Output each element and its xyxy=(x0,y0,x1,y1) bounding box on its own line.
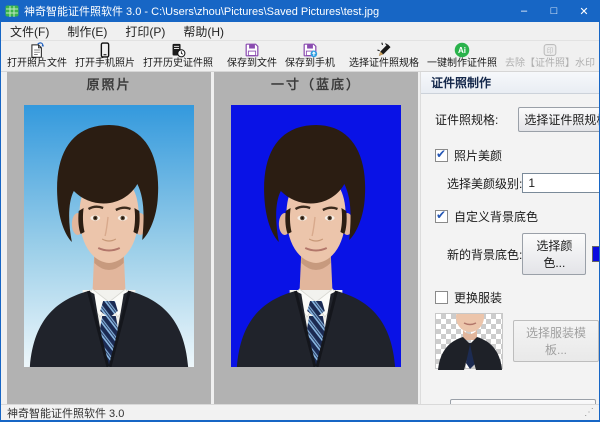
title-bar: 神奇智能证件照软件 3.0 - C:\Users\zhou\Pictures\S… xyxy=(1,0,599,22)
minimize-button[interactable]: – xyxy=(509,0,539,22)
toolbar-save-to-file[interactable]: 保存到文件 xyxy=(223,41,281,71)
close-button[interactable]: ✕ xyxy=(569,0,599,22)
bg-color-swatch[interactable] xyxy=(592,246,599,262)
maximize-button[interactable]: □ xyxy=(539,0,569,22)
menu-print[interactable]: 打印(P) xyxy=(116,22,174,40)
select-spec-button[interactable]: 选择证件照规格 xyxy=(518,107,599,132)
spec-row: 证件照规格: 选择证件照规格 xyxy=(421,107,599,132)
original-photo xyxy=(24,105,194,367)
original-photo-panel: 原照片 xyxy=(7,72,211,404)
main-area: 原照片 一寸（蓝底） 证件照制作 证件照规格: 选择证件照规 ✔ 照片美颜 选择… xyxy=(1,72,599,404)
svg-text:Ai: Ai xyxy=(458,46,466,55)
beauty-row: 照片美颜 xyxy=(421,147,599,164)
open-history-photo-icon xyxy=(172,43,186,58)
toolbar: 打开照片文件 打开手机照片 打开历史证件照 保存到文件 保存到手机 选择证件照规… xyxy=(1,41,599,72)
app-logo-icon xyxy=(5,5,19,17)
toolbar-remove-watermark: 印 去除【证件照】水印 xyxy=(501,41,599,71)
beauty-level-value: 1 xyxy=(528,176,536,190)
toolbar-open-phone-photo[interactable]: 打开手机照片 xyxy=(71,41,139,71)
save-to-file-icon xyxy=(245,43,259,57)
menu-bar: 文件(F) 制作(E) 打印(P) 帮助(H) xyxy=(1,22,599,41)
status-text: 神奇智能证件照软件 3.0 xyxy=(7,407,125,420)
menu-file[interactable]: 文件(F) xyxy=(1,22,58,40)
custom-bg-checkbox[interactable] xyxy=(435,208,448,223)
new-bg-label: 新的背景底色: xyxy=(447,247,523,262)
select-spec-icon xyxy=(377,42,391,56)
open-photo-file-icon xyxy=(31,42,45,58)
beauty-level-select[interactable]: 1 ▼ xyxy=(522,173,599,193)
toolbar-label: 打开照片文件 xyxy=(7,58,67,69)
beauty-level-row: 选择美颜级别: 1 ▼ xyxy=(421,173,599,193)
select-clothes-template-button: 选择服装模板... xyxy=(513,320,599,362)
change-clothes-label: 更换服装 xyxy=(454,291,503,305)
beauty-checkbox[interactable] xyxy=(435,147,448,162)
toolbar-label: 去除【证件照】水印 xyxy=(505,58,595,69)
window-title: 神奇智能证件照软件 3.0 - C:\Users\zhou\Pictures\S… xyxy=(24,6,380,18)
sidebar: 证件照制作 证件照规格: 选择证件照规格 照片美颜 选择美颜级别: 1 ▼ 自定… xyxy=(420,72,599,404)
toolbar-label: 保存到手机 xyxy=(285,58,335,69)
toolbar-label: 一键制作证件照 xyxy=(427,58,497,69)
toolbar-save-to-phone[interactable]: 保存到手机 xyxy=(281,41,339,71)
change-clothes-checkbox[interactable] xyxy=(435,291,448,304)
remove-watermark-icon: 印 xyxy=(543,44,557,56)
result-photo-panel: 一寸（蓝底） xyxy=(214,72,418,404)
beauty-label: 照片美颜 xyxy=(454,149,503,163)
spec-label: 证件照规格: xyxy=(435,113,499,127)
ai-make-icon: Ai xyxy=(454,42,470,58)
save-to-phone-icon xyxy=(303,43,318,58)
status-bar: 神奇智能证件照软件 3.0 ⋰ xyxy=(1,404,599,422)
beauty-level-label: 选择美颜级别: xyxy=(447,176,523,191)
menu-help[interactable]: 帮助(H) xyxy=(174,22,233,40)
toolbar-open-photo-file[interactable]: 打开照片文件 xyxy=(3,41,71,71)
app-window: 神奇智能证件照软件 3.0 - C:\Users\zhou\Pictures\S… xyxy=(0,0,600,422)
resize-grip-icon[interactable]: ⋰ xyxy=(584,407,594,418)
clothes-template-preview xyxy=(438,302,502,370)
toolbar-open-history-photo[interactable]: 打开历史证件照 xyxy=(139,41,217,71)
open-phone-photo-icon xyxy=(100,42,110,58)
sidebar-header: 证件照制作 xyxy=(421,72,599,94)
clothes-template-thumbnail xyxy=(435,302,503,370)
toolbar-label: 打开手机照片 xyxy=(75,58,135,69)
new-bg-row: 新的背景底色: 选择颜色... xyxy=(421,233,599,275)
svg-text:印: 印 xyxy=(547,47,554,55)
toolbar-select-spec[interactable]: 选择证件照规格 xyxy=(345,41,423,71)
toolbar-ai-make[interactable]: Ai 一键制作证件照 xyxy=(423,41,501,71)
pick-color-button[interactable]: 选择颜色... xyxy=(522,233,587,275)
result-photo-caption: 一寸（蓝底） xyxy=(270,77,361,92)
result-photo xyxy=(231,105,401,367)
custom-bg-label: 自定义背景底色 xyxy=(454,210,539,224)
toolbar-label: 打开历史证件照 xyxy=(143,58,213,69)
change-clothes-row: 更换服装 xyxy=(421,289,599,306)
original-photo-caption: 原照片 xyxy=(86,77,132,92)
menu-make[interactable]: 制作(E) xyxy=(58,22,116,40)
toolbar-label: 选择证件照规格 xyxy=(349,58,419,69)
toolbar-label: 保存到文件 xyxy=(227,58,277,69)
custom-bg-row: 自定义背景底色 xyxy=(421,208,599,225)
clothes-template-row: 选择服装模板... xyxy=(421,302,599,370)
